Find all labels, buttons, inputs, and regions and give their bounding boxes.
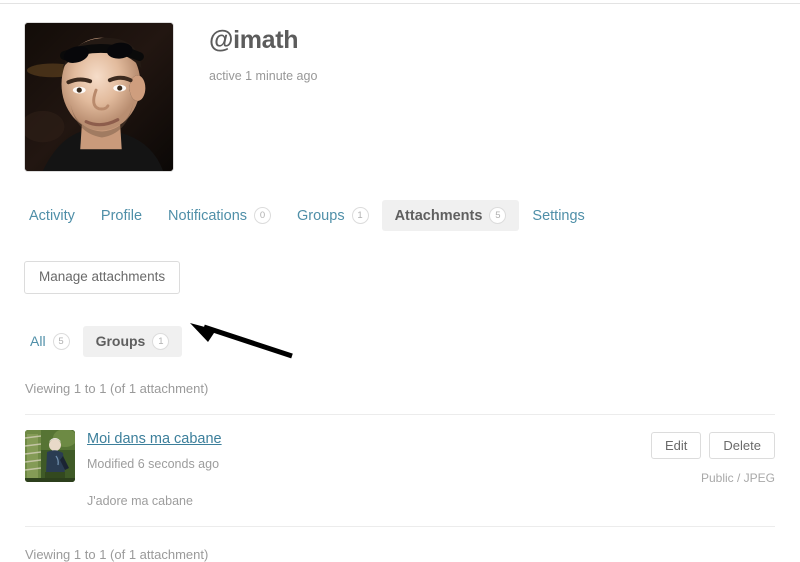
profile-header-text: @imath active 1 minute ago: [209, 22, 318, 83]
profile-page: @imath active 1 minute ago Activity Prof…: [0, 0, 800, 562]
filter-groups[interactable]: Groups 1: [82, 325, 183, 357]
page-title: @imath: [209, 26, 299, 54]
tab-groups-label: Groups: [297, 207, 345, 224]
attachment-title-link[interactable]: Moi dans ma cabane: [87, 431, 222, 448]
profile-nav: Activity Profile Notifications 0 Groups …: [0, 200, 800, 231]
tab-attachments-count: 5: [489, 207, 507, 224]
toolbar: Manage attachments: [0, 231, 800, 294]
tab-groups[interactable]: Groups 1: [284, 200, 382, 231]
attachment-thumbnail[interactable]: [25, 429, 75, 482]
tab-activity[interactable]: Activity: [24, 200, 88, 231]
attachment-details: Moi dans ma cabane Modified 6 seconds ag…: [87, 430, 651, 508]
attachment-description: J'adore ma cabane: [87, 494, 193, 509]
last-active-status: active 1 minute ago: [209, 68, 318, 83]
attachment-list: Moi dans ma cabane Modified 6 seconds ag…: [25, 413, 775, 528]
viewing-count-bottom: Viewing 1 to 1 (of 1 attachment): [25, 547, 209, 562]
filter-all[interactable]: All 5: [24, 326, 83, 357]
tab-notifications-label: Notifications: [168, 207, 248, 224]
tab-activity-label: Activity: [29, 207, 75, 224]
attachment-modified: Modified 6 seconds ago: [87, 457, 220, 472]
attachment-thumbnail-photo: [25, 429, 75, 482]
tab-notifications[interactable]: Notifications 0: [155, 200, 284, 231]
table-row: Moi dans ma cabane Modified 6 seconds ag…: [25, 415, 775, 526]
tab-attachments-label: Attachments: [394, 207, 483, 224]
edit-button[interactable]: Edit: [651, 431, 702, 460]
attachment-meta: Public / JPEG: [700, 471, 775, 486]
filter-groups-label: Groups: [95, 333, 146, 350]
filter-all-label: All: [30, 333, 46, 350]
avatar-photo: [25, 23, 173, 171]
avatar: [24, 22, 174, 172]
tab-settings[interactable]: Settings: [519, 200, 597, 231]
filter-all-count: 5: [52, 332, 70, 350]
tab-groups-count: 1: [351, 207, 369, 224]
action-button-group: Edit Delete: [651, 431, 775, 460]
tab-profile-label: Profile: [100, 207, 143, 224]
delete-button[interactable]: Delete: [709, 431, 775, 460]
profile-header: @imath active 1 minute ago: [0, 0, 800, 172]
filter-groups-count: 1: [152, 332, 170, 350]
tab-settings-label: Settings: [532, 207, 585, 224]
attachment-actions: Edit Delete Public / JPEG: [651, 430, 775, 486]
tab-profile[interactable]: Profile: [88, 200, 155, 231]
manage-attachments-button[interactable]: Manage attachments: [24, 261, 181, 294]
tab-notifications-count: 0: [254, 207, 272, 224]
tab-attachments[interactable]: Attachments 5: [381, 200, 520, 231]
attachments-filter-nav: All 5 Groups 1: [0, 325, 800, 357]
viewing-count-top: Viewing 1 to 1 (of 1 attachment): [25, 380, 209, 396]
